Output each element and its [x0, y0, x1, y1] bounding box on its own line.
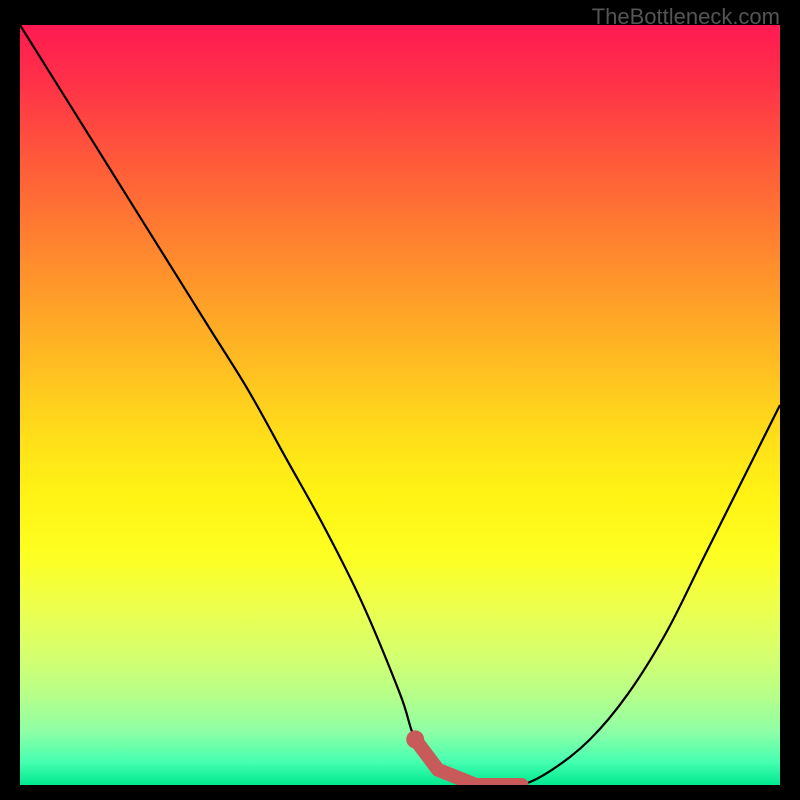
optimal-range-start-dot — [406, 730, 424, 748]
plot-area — [20, 25, 780, 785]
chart-svg — [20, 25, 780, 785]
bottleneck-curve — [20, 25, 780, 785]
optimal-range-marker — [415, 739, 521, 785]
watermark: TheBottleneck.com — [592, 4, 780, 30]
